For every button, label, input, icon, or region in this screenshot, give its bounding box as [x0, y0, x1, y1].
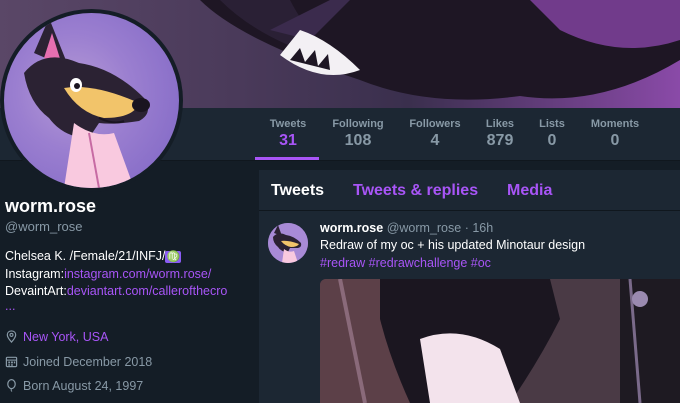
instagram-link[interactable]: instagram.com/worm.rose/	[64, 267, 211, 281]
stat-value: 0	[610, 132, 620, 149]
stat-followers[interactable]: Followers 4	[405, 118, 465, 150]
timeline-panel: Tweets Tweets & replies Media worm.rose …	[259, 170, 680, 403]
stat-label: Moments	[590, 118, 640, 130]
bio-more[interactable]: ...	[5, 300, 250, 313]
tweet-media-image[interactable]	[320, 279, 680, 403]
tab-media[interactable]: Media	[507, 182, 552, 200]
tweet-text: Redraw of my oc + his updated Minotaur d…	[320, 238, 586, 252]
active-stat-indicator	[255, 157, 319, 160]
stat-likes[interactable]: Likes 879	[482, 118, 518, 150]
stat-tweets[interactable]: Tweets 31	[268, 118, 308, 150]
minotaur-artwork	[320, 279, 680, 403]
devaintart-label: DevaintArt:	[5, 284, 67, 298]
tweet-handle-time[interactable]: @worm_rose · 16h	[387, 221, 493, 235]
stat-label: Followers	[409, 118, 461, 130]
stat-value: 31	[279, 132, 297, 149]
joined-text: Joined December 2018	[23, 355, 153, 369]
bio-text: Chelsea K. /Female/21/INFJ/	[5, 249, 166, 263]
instagram-label: Instagram:	[5, 267, 65, 281]
wolf-character-illustration	[24, 18, 150, 188]
profile-name[interactable]: worm.rose	[5, 196, 250, 217]
stat-value: 0	[547, 132, 557, 149]
bio-line: Chelsea K. /Female/21/INFJ/♍	[5, 248, 250, 266]
stat-value: 879	[486, 132, 514, 149]
devaintart-link[interactable]: deviantart.com/callerofthecro	[67, 284, 228, 298]
profile-bio: Chelsea K. /Female/21/INFJ/♍ Instagram:i…	[5, 248, 250, 312]
stat-value: 108	[344, 132, 372, 149]
bio-line: DevaintArt:deviantart.com/callerofthecro	[5, 283, 250, 300]
tweet-item[interactable]: worm.rose @worm_rose · 16h Redraw of my …	[259, 211, 680, 403]
timeline-tabs: Tweets Tweets & replies Media	[259, 170, 680, 211]
bio-line: Instagram:instagram.com/worm.rose/	[5, 266, 250, 283]
profile-avatar[interactable]	[4, 13, 179, 188]
tweet-header: worm.rose @worm_rose · 16h	[320, 221, 493, 235]
profile-handle: @worm_rose	[5, 219, 83, 234]
stat-label: Following	[332, 118, 384, 130]
stat-value: 4	[430, 132, 440, 149]
profile-birthday: Born August 24, 1997	[5, 379, 143, 393]
profile-location: New York, USA	[5, 330, 108, 344]
stat-label: Likes	[485, 118, 515, 130]
stat-following[interactable]: Following 108	[330, 118, 386, 150]
tweet-author-name[interactable]: worm.rose	[320, 221, 383, 235]
location-link[interactable]: New York, USA	[23, 330, 108, 344]
stat-lists[interactable]: Lists 0	[538, 118, 566, 150]
stat-moments[interactable]: Moments 0	[588, 118, 642, 150]
tweet-hashtags[interactable]: #redraw #redrawchallenge #oc	[320, 256, 491, 270]
stat-label: Lists	[539, 118, 565, 130]
profile-info: worm.rose @worm_rose Chelsea K. /Female/…	[5, 196, 250, 312]
calendar-icon	[5, 356, 18, 368]
stat-label: Tweets	[269, 118, 307, 130]
location-pin-icon	[6, 330, 17, 343]
virgo-emoji: ♍	[165, 251, 182, 263]
profile-joined: Joined December 2018	[5, 355, 152, 369]
tab-tweets[interactable]: Tweets	[271, 182, 324, 200]
tweet-avatar[interactable]	[268, 223, 308, 263]
birthday-balloon-icon	[7, 379, 16, 392]
born-text: Born August 24, 1997	[23, 379, 144, 393]
tab-tweets-and-replies[interactable]: Tweets & replies	[353, 182, 478, 200]
wolf-avatar-thumbnail	[268, 223, 308, 263]
